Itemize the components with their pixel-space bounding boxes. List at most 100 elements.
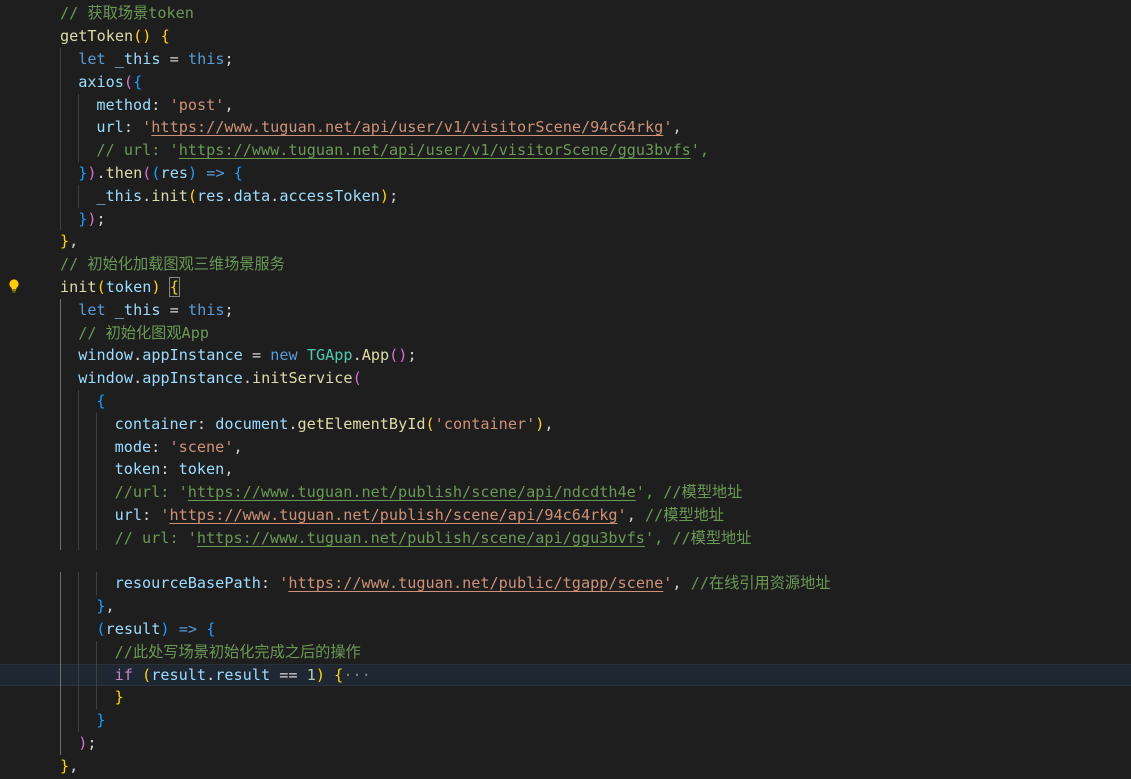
code-line[interactable]: container: document.getElementById('cont… xyxy=(0,412,1131,436)
indent-guide xyxy=(60,481,61,504)
code-text: url: 'https://www.tuguan.net/publish/sce… xyxy=(115,504,724,527)
indent-guide xyxy=(96,435,98,459)
indent-guide xyxy=(78,686,80,710)
code-line[interactable]: _this.init(res.data.accessToken); xyxy=(0,184,1131,208)
code-line[interactable]: // 初始化图观App xyxy=(0,321,1131,345)
code-token: , xyxy=(626,506,645,524)
code-token: // url: ' xyxy=(96,141,179,160)
code-line[interactable]: // url: 'https://www.tuguan.net/publish/… xyxy=(0,526,1131,550)
code-line[interactable]: // 获取场景token xyxy=(0,2,1131,25)
code-line[interactable]: url: 'https://www.tuguan.net/publish/sce… xyxy=(0,504,1131,527)
code-line[interactable]: } xyxy=(0,709,1131,732)
code-token: appInstance xyxy=(142,346,243,365)
code-line[interactable]: //url: 'https://www.tuguan.net/publish/s… xyxy=(0,481,1131,504)
code-text: mode: 'scene', xyxy=(115,436,243,459)
code-token: , xyxy=(69,232,79,251)
code-line[interactable]: getToken() { xyxy=(0,25,1131,48)
indent-guide xyxy=(60,618,61,641)
code-line[interactable]: }); xyxy=(0,207,1131,231)
code-token: = xyxy=(242,346,271,365)
indent-guide xyxy=(60,709,61,732)
code-editor[interactable]: // 获取场景token getToken() {let _this = this… xyxy=(0,0,1131,779)
code-line[interactable]: }, xyxy=(0,755,1131,778)
code-line[interactable]: if (result.result == 1) {··· xyxy=(0,663,1131,687)
indent-guide xyxy=(96,572,98,596)
code-token: : xyxy=(260,574,280,593)
indent-guide xyxy=(60,526,61,550)
code-line[interactable]: let _this = this; xyxy=(0,298,1131,322)
code-line[interactable]: url: 'https://www.tuguan.net/api/user/v1… xyxy=(0,116,1131,140)
code-line[interactable]: }, xyxy=(0,595,1131,618)
code-line[interactable]: //此处写场景初始化完成之后的操作 xyxy=(0,640,1131,664)
indent-guide xyxy=(60,390,61,413)
indent-guide xyxy=(78,139,80,162)
indent-guide xyxy=(78,663,80,687)
code-text: { xyxy=(96,390,105,413)
code-line[interactable]: let _this = this; xyxy=(0,48,1131,71)
code-line[interactable]: // 初始化加载图观三维场景服务 xyxy=(0,253,1131,276)
code-line[interactable]: // url: 'https://www.tuguan.net/api/user… xyxy=(0,139,1131,162)
code-token: { xyxy=(334,665,344,684)
code-line[interactable]: window.appInstance = new TGApp.App(); xyxy=(0,344,1131,368)
code-token: data xyxy=(233,186,271,205)
indent-guide xyxy=(96,526,98,550)
lightbulb-icon[interactable] xyxy=(8,279,20,293)
indent-guide xyxy=(60,298,61,322)
indent-guide xyxy=(60,321,61,345)
code-line[interactable]: window.appInstance.initService( xyxy=(0,367,1131,390)
code-text: }, xyxy=(60,230,78,253)
code-line[interactable]: ); xyxy=(0,732,1131,755)
indent-guide xyxy=(60,412,61,436)
code-line[interactable]: init(token) { xyxy=(0,276,1131,299)
code-line[interactable]: axios({ xyxy=(0,70,1131,94)
code-line[interactable]: token: token, xyxy=(0,458,1131,482)
code-token: . xyxy=(242,369,252,388)
code-text: _this.init(res.data.accessToken); xyxy=(96,185,398,208)
code-token: . xyxy=(270,186,280,205)
code-token: https://www.tuguan.net/publish/scene/api… xyxy=(196,528,645,547)
code-token: token xyxy=(114,460,161,479)
code-line[interactable]: (result) => { xyxy=(0,618,1131,641)
code-token: let xyxy=(78,300,106,319)
code-text: }); xyxy=(78,208,105,231)
code-line[interactable] xyxy=(0,550,1131,573)
code-token: == xyxy=(270,665,307,684)
code-token: ) xyxy=(87,164,97,182)
code-token: https://www.tuguan.net/api/user/v1/visit… xyxy=(151,118,664,137)
code-line[interactable]: }).then((res) => { xyxy=(0,162,1131,185)
code-token: } xyxy=(78,164,88,182)
code-token: , xyxy=(544,414,554,433)
indent-guide xyxy=(78,640,80,664)
code-token: getToken xyxy=(60,27,134,46)
code-line[interactable]: mode: 'scene', xyxy=(0,435,1131,459)
code-token: accessToken xyxy=(279,186,380,205)
code-line[interactable]: } xyxy=(0,686,1131,710)
indent-guide xyxy=(60,572,61,596)
code-token: { xyxy=(160,27,170,46)
indent-guide xyxy=(60,640,61,664)
code-token: //url: ' xyxy=(114,483,188,502)
indent-guide xyxy=(78,504,80,527)
code-text: } xyxy=(115,686,124,709)
code-token: } xyxy=(96,711,106,730)
code-text: }).then((res) => { xyxy=(78,162,243,185)
code-text: // 获取场景token xyxy=(60,2,194,25)
code-token: ' xyxy=(279,574,289,593)
code-line[interactable]: resourceBasePath: 'https://www.tuguan.ne… xyxy=(0,572,1131,596)
code-token: token xyxy=(178,460,225,479)
code-line[interactable]: }, xyxy=(0,230,1131,253)
code-line[interactable]: { xyxy=(0,390,1131,413)
indent-guide xyxy=(60,663,61,687)
code-token: init xyxy=(151,186,188,205)
code-token: url xyxy=(96,118,124,137)
code-token: ; xyxy=(87,734,97,752)
code-token: window xyxy=(78,346,134,365)
code-line[interactable]: method: 'post', xyxy=(0,93,1131,117)
indent-guide xyxy=(78,93,80,117)
code-token: _this xyxy=(114,50,161,68)
code-text: window.appInstance = new TGApp.App(); xyxy=(78,344,416,367)
